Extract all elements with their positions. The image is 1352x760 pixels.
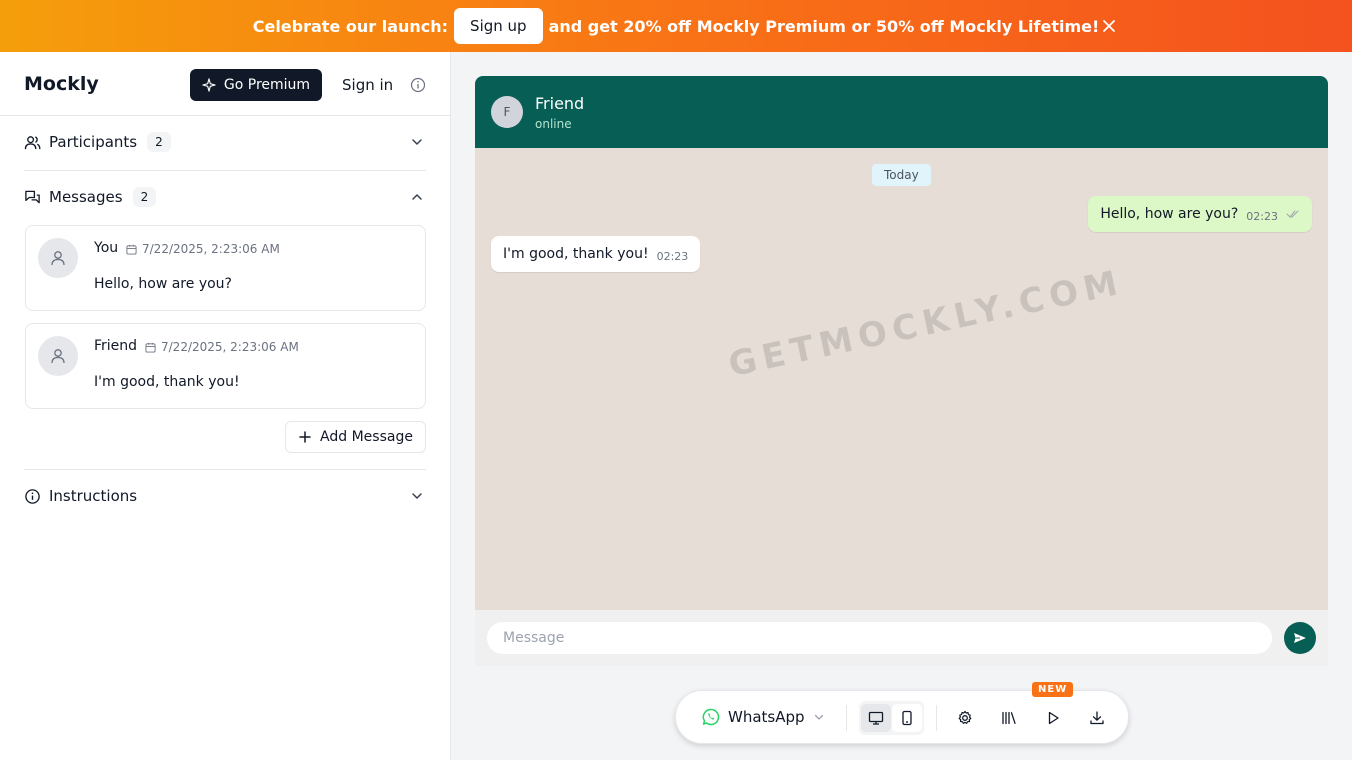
date-divider: Today (872, 164, 931, 186)
users-icon (24, 135, 41, 149)
go-premium-button[interactable]: Go Premium (190, 69, 322, 101)
play-icon (1048, 711, 1059, 725)
plus-icon (299, 431, 311, 443)
message-date-text: 7/22/2025, 2:23:06 AM (142, 242, 280, 256)
message-card[interactable]: Friend 7/22/2025, 2:23:06 AM I'm good, t… (25, 323, 426, 409)
message-input[interactable] (487, 622, 1272, 654)
user-icon (51, 349, 65, 364)
messages-count-badge: 2 (132, 187, 157, 207)
messages-label: Messages (49, 188, 123, 206)
promo-banner: Celebrate our launch: Sign up and get 20… (0, 0, 1352, 52)
logo: Mockly (24, 72, 99, 95)
chevron-down-icon (412, 139, 422, 145)
add-message-button[interactable]: Add Message (285, 421, 426, 453)
download-icon (1090, 711, 1104, 725)
sparkle-icon (202, 78, 216, 92)
desktop-icon (868, 711, 884, 725)
download-button[interactable] (1084, 705, 1110, 731)
toolbar-separator (846, 705, 847, 731)
device-toggle (859, 701, 924, 735)
contact-name: Friend (535, 94, 585, 113)
contact-avatar: F (491, 96, 523, 128)
composer-bar (475, 610, 1328, 666)
chat-preview: F Friend online Today Hello, how are you… (475, 76, 1328, 666)
message-card[interactable]: You 7/22/2025, 2:23:06 AM Hello, how are… (25, 225, 426, 311)
message-sender: You (94, 240, 119, 256)
avatar (38, 238, 78, 278)
message-date: 7/22/2025, 2:23:06 AM (145, 340, 299, 354)
play-button[interactable] (1040, 705, 1066, 731)
avatar (38, 336, 78, 376)
chat-header: F Friend online (475, 76, 1328, 148)
contact-status: online (535, 117, 572, 131)
participants-label: Participants (49, 133, 138, 151)
chevron-down-icon (814, 714, 823, 720)
user-icon (51, 251, 65, 266)
sign-in-link[interactable]: Sign in (342, 76, 393, 94)
instructions-section[interactable]: Instructions (24, 469, 426, 523)
message-text: I'm good, thank you! (94, 374, 240, 390)
banner-suffix: and get 20% off Mockly Premium or 50% of… (548, 16, 1100, 36)
send-button[interactable] (1284, 622, 1316, 654)
message-text: Hello, how are you? (94, 276, 232, 292)
watermark: GETMOCKLY.COM (725, 262, 1127, 386)
outgoing-message-bubble: Hello, how are you? 02:23 (1088, 196, 1312, 232)
whatsapp-icon (702, 708, 720, 726)
double-check-icon (1286, 210, 1299, 218)
platform-label: WhatsApp (728, 708, 805, 726)
participants-count-badge: 2 (147, 132, 171, 152)
message-date-text: 7/22/2025, 2:23:06 AM (161, 340, 299, 354)
settings-button[interactable] (952, 705, 978, 731)
chevron-up-icon (412, 194, 422, 200)
mobile-icon (902, 710, 912, 726)
mobile-view-button[interactable] (892, 704, 922, 732)
library-button[interactable] (996, 705, 1022, 731)
incoming-message-bubble: I'm good, thank you! 02:23 (491, 236, 701, 272)
send-icon (1294, 633, 1306, 643)
bottom-toolbar: WhatsApp NEW (675, 682, 1129, 744)
messages-section[interactable]: Messages 2 (24, 170, 426, 224)
bubble-time: 02:23 (656, 249, 689, 263)
instructions-label: Instructions (49, 487, 138, 505)
go-premium-label: Go Premium (223, 77, 311, 93)
add-message-label: Add Message (320, 429, 413, 445)
banner-signup-button[interactable]: Sign up (454, 8, 543, 44)
chevron-down-icon (412, 493, 422, 499)
bubble-text: I'm good, thank you! (503, 246, 649, 262)
bubble-time: 02:23 (1246, 209, 1278, 223)
new-badge: NEW (1032, 682, 1074, 697)
info-icon (25, 488, 40, 504)
library-icon (1002, 711, 1016, 725)
participants-section[interactable]: Participants 2 (24, 115, 426, 169)
info-icon[interactable] (410, 77, 426, 93)
close-icon[interactable] (1100, 17, 1118, 35)
platform-select[interactable]: WhatsApp (702, 708, 825, 726)
bubble-text: Hello, how are you? (1100, 206, 1239, 222)
sidebar-header: Mockly Go Premium Sign in (0, 52, 450, 116)
message-sender: Friend (94, 338, 138, 354)
messages-icon (25, 190, 40, 203)
message-date: 7/22/2025, 2:23:06 AM (126, 242, 280, 256)
desktop-view-button[interactable] (861, 704, 891, 732)
sidebar: Mockly Go Premium Sign in Participants 2 (0, 52, 451, 760)
settings-icon (958, 710, 972, 724)
toolbar-separator (936, 705, 937, 731)
calendar-icon (126, 244, 137, 255)
calendar-icon (145, 342, 156, 353)
banner-prefix: Celebrate our launch: (252, 16, 449, 36)
